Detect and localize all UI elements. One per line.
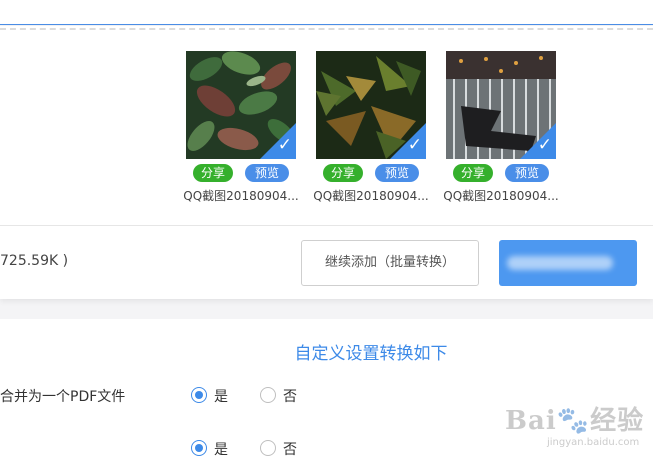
- watermark-logo: Bai🐾经验: [505, 406, 645, 436]
- image-card-3[interactable]: ✓ 分享 预览 QQ截图20180904...: [443, 51, 559, 211]
- preview-button[interactable]: 预览: [245, 164, 289, 182]
- image-card-2[interactable]: ✓ 分享 预览 QQ截图20180904...: [313, 51, 429, 211]
- upload-panel: ✓ 分享 预览 QQ截图20180904... ✓ 分享 预览 QQ截图2018…: [0, 26, 653, 299]
- image-card-1[interactable]: ✓ 分享 预览 QQ截图20180904...: [183, 51, 299, 211]
- option2-yes-radio[interactable]: [191, 440, 207, 456]
- image-thumbnail[interactable]: ✓: [446, 51, 556, 159]
- total-size-text: 725.59K ): [0, 253, 69, 269]
- checkmark-icon: ✓: [537, 135, 552, 155]
- image-filename: QQ截图20180904...: [313, 189, 429, 203]
- preview-button[interactable]: 预览: [375, 164, 419, 182]
- continue-add-button[interactable]: 继续添加（批量转换）: [301, 240, 479, 286]
- checkmark-icon: ✓: [277, 135, 292, 155]
- option2-yes-label[interactable]: 是: [214, 439, 228, 459]
- share-button[interactable]: 分享: [323, 164, 363, 182]
- top-bar: [0, 0, 653, 25]
- section-divider: [0, 225, 653, 226]
- dashed-divider: [0, 28, 653, 30]
- merge-yes-radio[interactable]: [191, 387, 207, 403]
- image-filename: QQ截图20180904...: [443, 189, 559, 203]
- settings-title: 自定义设置转换如下: [294, 344, 448, 364]
- merge-yes-label[interactable]: 是: [214, 386, 228, 406]
- merge-pdf-label: 合并为一个PDF文件: [0, 389, 126, 405]
- watermark-url: jingyan.baidu.com: [547, 437, 640, 448]
- checkmark-icon: ✓: [407, 135, 422, 155]
- image-filename: QQ截图20180904...: [183, 189, 299, 203]
- image-thumbnail[interactable]: ✓: [186, 51, 296, 159]
- option2-no-label[interactable]: 否: [283, 439, 297, 459]
- image-thumbnail[interactable]: ✓: [316, 51, 426, 159]
- merge-no-radio[interactable]: [260, 387, 276, 403]
- share-button[interactable]: 分享: [453, 164, 493, 182]
- blurred-label: [507, 256, 613, 270]
- start-convert-button[interactable]: [499, 240, 637, 286]
- share-button[interactable]: 分享: [193, 164, 233, 182]
- preview-button[interactable]: 预览: [505, 164, 549, 182]
- merge-no-label[interactable]: 否: [283, 386, 297, 406]
- option2-no-radio[interactable]: [260, 440, 276, 456]
- baidu-watermark: Bai🐾经验 jingyan.baidu.com: [505, 400, 645, 460]
